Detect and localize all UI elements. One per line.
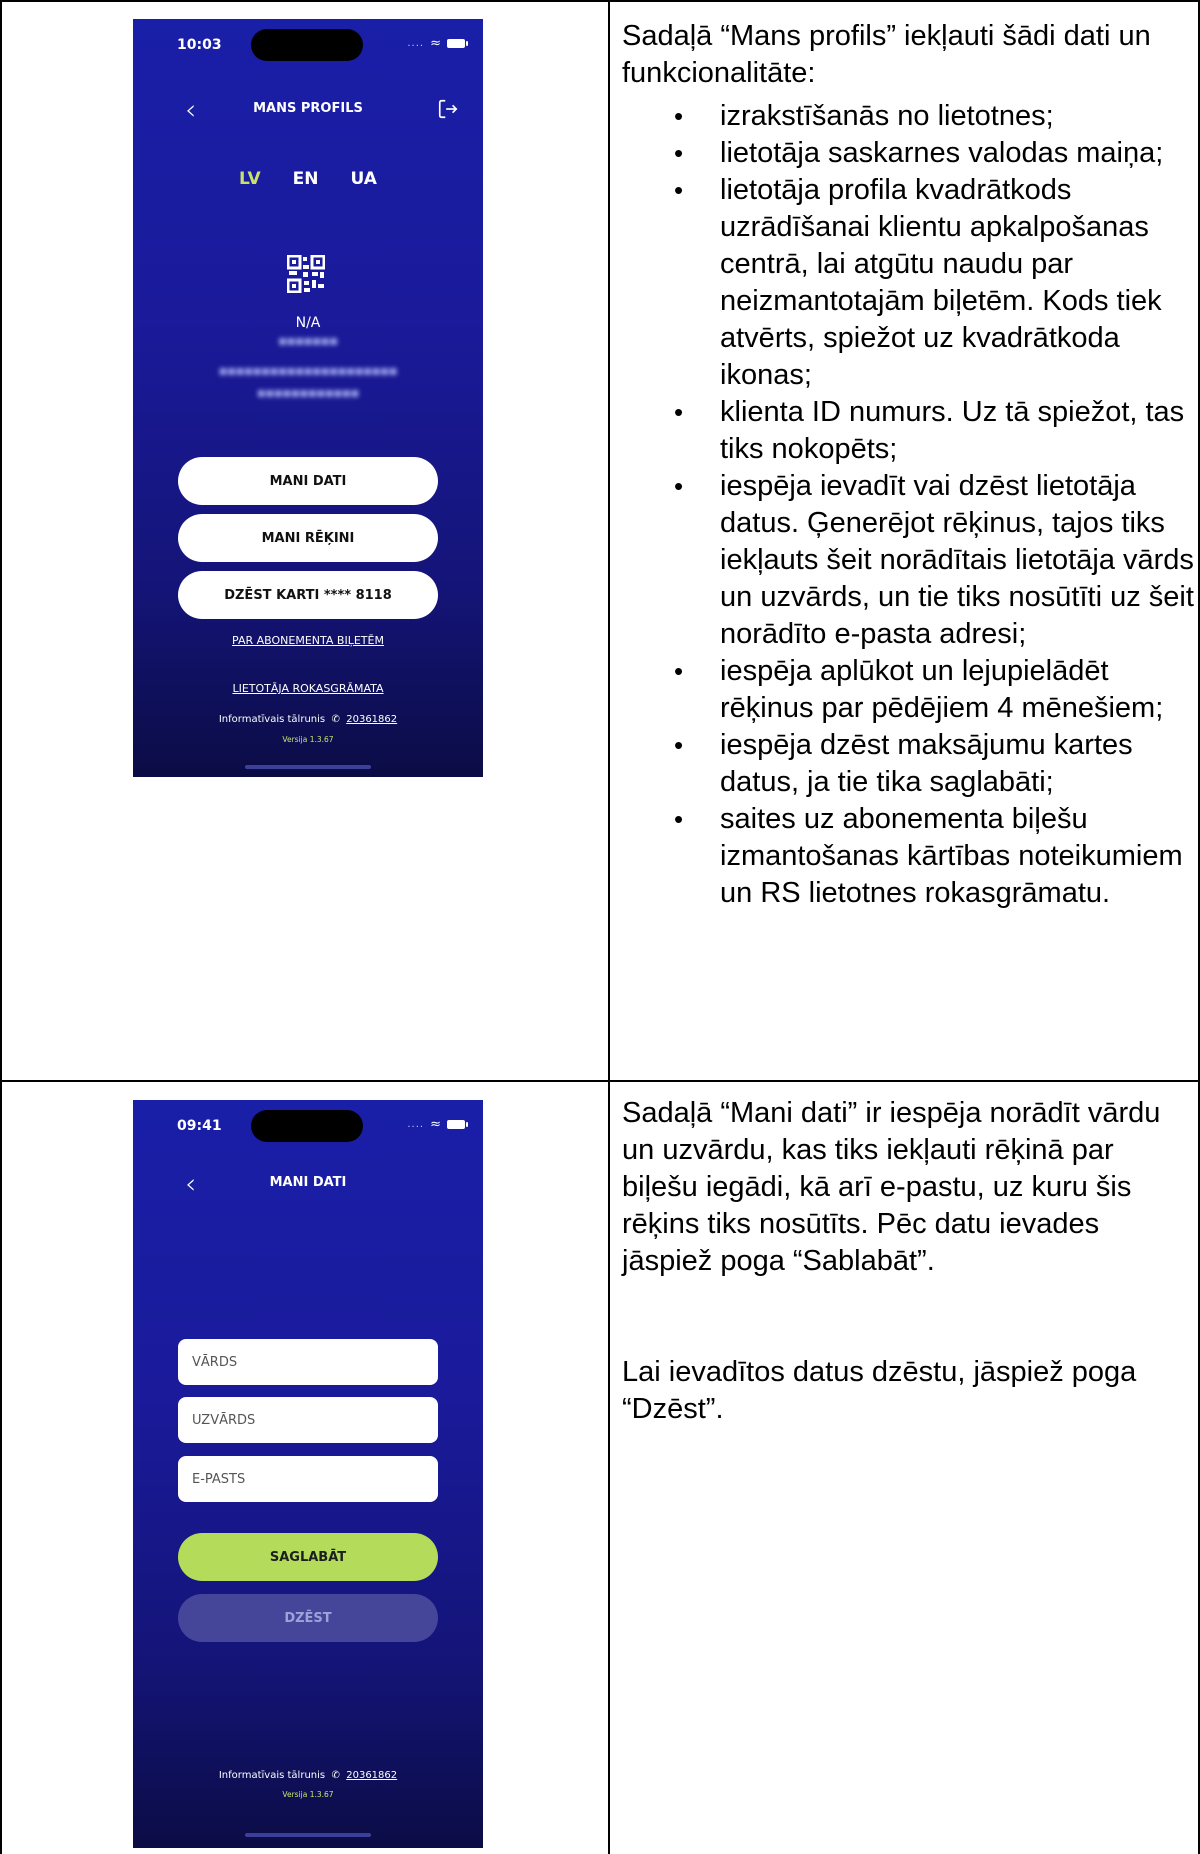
- my-data-paragraph-2: Lai ievadītos datus dzēstu, jāspiež poga…: [622, 1356, 1137, 1425]
- client-guid-blurred-2: ■■■■■■■■■■■■: [256, 389, 360, 399]
- abonement-tickets-link[interactable]: PAR ABONEMENTA BIĻETĒM: [133, 634, 483, 647]
- signal-icon: ....: [407, 38, 425, 49]
- info-phone-line: Informatīvais tālrunis ✆ 20361862: [133, 714, 483, 725]
- screen-title: MANS PROFILS: [253, 101, 363, 116]
- user-manual-link[interactable]: LIETOTĀJA ROKASGRĀMATA: [133, 682, 483, 695]
- list-item: izrakstīšanās no lietotnes;: [622, 98, 1194, 135]
- logout-icon[interactable]: [437, 98, 459, 120]
- status-icons: .... ≈: [407, 36, 468, 51]
- dynamic-island: [251, 1110, 363, 1142]
- info-phone-number[interactable]: 20361862: [346, 1770, 397, 1781]
- client-guid-blurred[interactable]: ■■■■■■■■■■■■■■■■■■■■■: [133, 367, 483, 377]
- status-time: 09:41: [177, 1118, 222, 1134]
- delete-card-button[interactable]: DZĒST KARTI **** 8118: [178, 571, 438, 619]
- list-item: iespēja ievadīt vai dzēst lietotāja datu…: [622, 468, 1194, 653]
- info-phone-label: Informatīvais tālrunis: [218, 714, 326, 725]
- lang-en[interactable]: EN: [293, 169, 319, 189]
- profile-feature-list: izrakstīšanās no lietotnes; lietotāja sa…: [622, 98, 1194, 912]
- list-item: klienta ID numurs. Uz tā spiežot, tas ti…: [622, 394, 1194, 468]
- document-table: 10:03 .... ≈ ‹ MANS PROFILS LV EN UA N/A…: [0, 0, 1200, 1854]
- phone-screenshot-mani-dati: 09:41 .... ≈ ‹ MANI DATI VĀRDS UZVĀRDS E…: [133, 1100, 483, 1848]
- first-name-field[interactable]: VĀRDS: [178, 1339, 438, 1385]
- app-version: Versija 1.3.67: [282, 1790, 334, 1799]
- home-indicator: [245, 1833, 371, 1837]
- table-border-left: [0, 0, 2, 1854]
- info-phone-label: Informatīvais tālrunis: [218, 1770, 326, 1781]
- wifi-icon: ≈: [430, 1117, 441, 1132]
- client-id-blurred[interactable]: ■■■■■■■: [133, 337, 483, 347]
- last-name-field[interactable]: UZVĀRDS: [178, 1397, 438, 1443]
- list-item: saites uz abonementa biļešu izmantošanas…: [622, 801, 1194, 912]
- delete-button[interactable]: DZĒST: [178, 1594, 438, 1642]
- qr-code-icon[interactable]: [287, 255, 325, 293]
- table-row-divider: [0, 1080, 1200, 1082]
- language-switcher: LV EN UA: [133, 169, 483, 189]
- dynamic-island: [251, 29, 363, 61]
- phone-icon: ✆: [328, 1770, 344, 1781]
- list-item: iespēja aplūkot un lejupielādēt rēķinus …: [622, 653, 1194, 727]
- signal-icon: ....: [407, 1119, 425, 1130]
- table-column-divider: [608, 0, 610, 1854]
- lang-lv[interactable]: LV: [239, 169, 261, 189]
- email-field[interactable]: E-PASTS: [178, 1456, 438, 1502]
- table-border-top: [0, 0, 1200, 2]
- info-phone-line: Informatīvais tālrunis ✆ 20361862: [133, 1770, 483, 1781]
- battery-icon: [447, 1120, 468, 1129]
- app-version: Versija 1.3.67: [282, 735, 334, 744]
- status-icons: .... ≈: [407, 1117, 468, 1132]
- phone-icon: ✆: [328, 714, 344, 725]
- profile-description: Sadaļā “Mans profils” iekļauti šādi dati…: [622, 18, 1194, 912]
- client-name: N/A: [295, 315, 321, 331]
- save-button[interactable]: SAGLABĀT: [178, 1533, 438, 1581]
- lang-ua[interactable]: UA: [351, 169, 377, 189]
- battery-icon: [447, 39, 468, 48]
- home-indicator: [245, 765, 371, 769]
- my-data-paragraph-1: Sadaļā “Mani dati” ir iespēja norādīt vā…: [622, 1097, 1161, 1277]
- list-item: lietotāja profila kvadrātkods uzrādīšana…: [622, 172, 1194, 394]
- info-phone-number[interactable]: 20361862: [346, 714, 397, 725]
- list-item: iespēja dzēst maksājumu kartes datus, ja…: [622, 727, 1194, 801]
- list-item: lietotāja saskarnes valodas maiņa;: [622, 135, 1194, 172]
- phone-screenshot-mans-profils: 10:03 .... ≈ ‹ MANS PROFILS LV EN UA N/A…: [133, 19, 483, 777]
- my-data-description: Sadaļā “Mani dati” ir iespēja norādīt vā…: [622, 1095, 1194, 1428]
- screen-title: MANI DATI: [269, 1175, 347, 1190]
- my-invoices-button[interactable]: MANI RĒĶINI: [178, 514, 438, 562]
- my-data-button[interactable]: MANI DATI: [178, 457, 438, 505]
- status-time: 10:03: [177, 37, 222, 53]
- profile-intro: Sadaļā “Mans profils” iekļauti šādi dati…: [622, 20, 1151, 89]
- wifi-icon: ≈: [430, 36, 441, 51]
